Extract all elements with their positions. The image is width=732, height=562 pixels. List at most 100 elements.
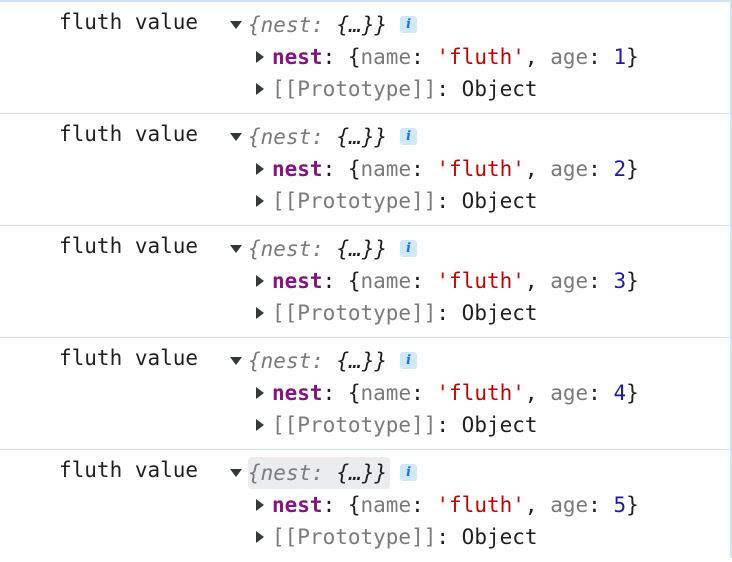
console-entry: fluth value {nest: {…}} i nest: {name: '…: [0, 450, 730, 562]
expanded-triangle-icon[interactable]: [230, 357, 242, 365]
prototype-key: [[Prototype]]: [272, 413, 437, 437]
object-tree: {nest: {…}} i nest: {name: 'fluth', age:…: [228, 9, 639, 105]
object-summary-row[interactable]: {nest: {…}} i: [228, 345, 639, 377]
collapsed-triangle-icon[interactable]: [256, 195, 264, 207]
property-row-prototype[interactable]: [[Prototype]]: Object: [228, 73, 639, 105]
collapsed-triangle-icon[interactable]: [256, 419, 264, 431]
object-summary[interactable]: {nest: {…}}: [248, 9, 390, 41]
collapsed-triangle-icon[interactable]: [256, 307, 264, 319]
summary-value: {…}: [336, 349, 375, 373]
object-summary[interactable]: {nest: {…}}: [248, 457, 391, 489]
object-summary[interactable]: {nest: {…}}: [248, 121, 390, 153]
property-key: nest: [272, 45, 323, 69]
expanded-triangle-icon[interactable]: [230, 245, 242, 253]
preview-key-name: name: [360, 157, 412, 181]
object-tree: {nest: {…}} i nest: {name: 'fluth', age:…: [228, 345, 639, 441]
preview-value-name: 'fluth': [436, 493, 525, 517]
object-summary[interactable]: {nest: {…}}: [248, 233, 390, 265]
property-row-nest[interactable]: nest: {name: 'fluth', age: 5}: [228, 489, 639, 521]
preview-value-age: 1: [613, 45, 627, 69]
property-key: nest: [272, 381, 323, 405]
collapsed-triangle-icon[interactable]: [256, 387, 264, 399]
object-summary-row[interactable]: {nest: {…}} i: [228, 457, 639, 489]
property-row-prototype[interactable]: [[Prototype]]: Object: [228, 185, 639, 217]
summary-key: nest: [260, 237, 312, 261]
log-message: fluth value: [59, 234, 199, 258]
log-message: fluth value: [59, 458, 199, 482]
prototype-value: Object: [461, 189, 538, 213]
property-row-prototype[interactable]: [[Prototype]]: Object: [228, 521, 639, 553]
summary-key: nest: [260, 461, 312, 485]
summary-key: nest: [260, 13, 312, 37]
property-row-prototype[interactable]: [[Prototype]]: Object: [228, 409, 639, 441]
object-summary[interactable]: {nest: {…}}: [248, 345, 390, 377]
expanded-triangle-icon[interactable]: [230, 469, 242, 477]
collapsed-triangle-icon[interactable]: [256, 531, 264, 543]
property-key: nest: [272, 493, 323, 517]
collapsed-triangle-icon[interactable]: [256, 163, 264, 175]
object-tree: {nest: {…}} i nest: {name: 'fluth', age:…: [228, 121, 639, 217]
summary-value: {…}: [336, 237, 375, 261]
prototype-key: [[Prototype]]: [272, 301, 437, 325]
preview-value-age: 4: [613, 381, 627, 405]
property-row-nest[interactable]: nest: {name: 'fluth', age: 1}: [228, 41, 639, 73]
preview-value-age: 2: [613, 157, 627, 181]
preview-key-age: age: [550, 269, 589, 293]
property-key: nest: [272, 269, 323, 293]
info-icon[interactable]: i: [400, 127, 418, 145]
preview-key-age: age: [550, 493, 589, 517]
preview-value-name: 'fluth': [436, 269, 525, 293]
collapsed-triangle-icon[interactable]: [256, 499, 264, 511]
summary-value: {…}: [336, 461, 375, 485]
property-row-nest[interactable]: nest: {name: 'fluth', age: 2}: [228, 153, 639, 185]
preview-value-name: 'fluth': [436, 381, 525, 405]
prototype-value: Object: [461, 77, 538, 101]
object-summary-row[interactable]: {nest: {…}} i: [228, 233, 639, 265]
collapsed-triangle-icon[interactable]: [256, 51, 264, 63]
prototype-key: [[Prototype]]: [272, 189, 437, 213]
expanded-triangle-icon[interactable]: [230, 133, 242, 141]
object-tree: {nest: {…}} i nest: {name: 'fluth', age:…: [228, 233, 639, 329]
preview-value-age: 3: [613, 269, 627, 293]
info-icon[interactable]: i: [400, 15, 418, 33]
preview-value-name: 'fluth': [436, 157, 525, 181]
log-message: fluth value: [59, 346, 199, 370]
preview-key-age: age: [550, 157, 589, 181]
object-tree: {nest: {…}} i nest: {name: 'fluth', age:…: [228, 457, 639, 553]
console-entry: fluth value {nest: {…}} i nest: {name: '…: [0, 338, 730, 450]
summary-key: nest: [260, 349, 312, 373]
console-entry: fluth value {nest: {…}} i nest: {name: '…: [0, 2, 730, 114]
prototype-value: Object: [461, 525, 538, 549]
object-summary-row[interactable]: {nest: {…}} i: [228, 121, 639, 153]
log-message: fluth value: [59, 10, 199, 34]
preview-key-name: name: [360, 381, 412, 405]
prototype-value: Object: [461, 301, 538, 325]
property-row-nest[interactable]: nest: {name: 'fluth', age: 3}: [228, 265, 639, 297]
log-message: fluth value: [59, 122, 199, 146]
summary-value: {…}: [336, 13, 375, 37]
info-icon[interactable]: i: [400, 351, 418, 369]
console-entry: fluth value {nest: {…}} i nest: {name: '…: [0, 226, 730, 338]
property-row-prototype[interactable]: [[Prototype]]: Object: [228, 297, 639, 329]
property-key: nest: [272, 157, 323, 181]
summary-key: nest: [260, 125, 312, 149]
summary-value: {…}: [336, 125, 375, 149]
collapsed-triangle-icon[interactable]: [256, 275, 264, 287]
prototype-value: Object: [461, 413, 538, 437]
preview-key-name: name: [360, 493, 412, 517]
property-row-nest[interactable]: nest: {name: 'fluth', age: 4}: [228, 377, 639, 409]
preview-key-name: name: [360, 45, 412, 69]
preview-value-age: 5: [613, 493, 627, 517]
preview-key-age: age: [550, 381, 589, 405]
collapsed-triangle-icon[interactable]: [256, 83, 264, 95]
preview-key-age: age: [550, 45, 589, 69]
preview-value-name: 'fluth': [436, 45, 525, 69]
preview-key-name: name: [360, 269, 412, 293]
info-icon[interactable]: i: [400, 463, 418, 481]
info-icon[interactable]: i: [400, 239, 418, 257]
prototype-key: [[Prototype]]: [272, 77, 437, 101]
console-entry: fluth value {nest: {…}} i nest: {name: '…: [0, 114, 730, 226]
object-summary-row[interactable]: {nest: {…}} i: [228, 9, 639, 41]
expanded-triangle-icon[interactable]: [230, 21, 242, 29]
prototype-key: [[Prototype]]: [272, 525, 437, 549]
